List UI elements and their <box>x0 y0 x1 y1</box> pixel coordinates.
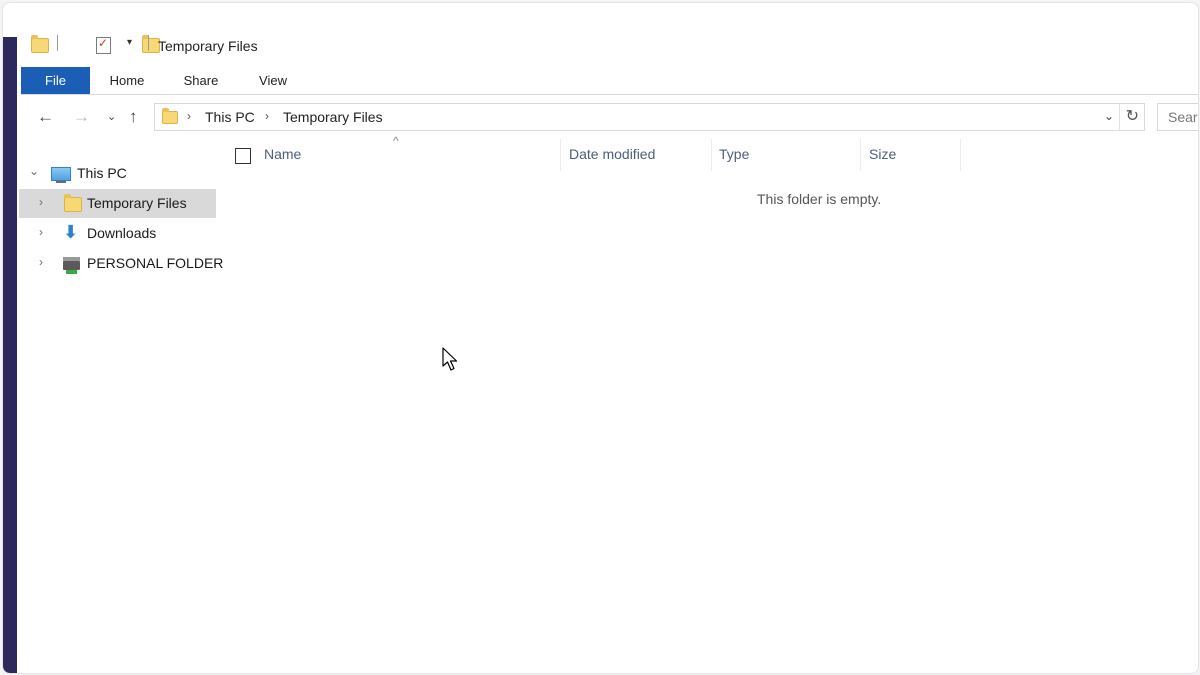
mouse-cursor-icon <box>442 347 458 371</box>
column-divider[interactable] <box>860 139 861 171</box>
up-arrow-icon[interactable]: ↑ <box>129 107 138 127</box>
column-header-date-modified[interactable]: Date modified <box>569 146 655 170</box>
title-bar: ▾ Temporary Files <box>19 29 1198 61</box>
breadcrumb-chevron-icon[interactable]: › <box>187 109 191 123</box>
search-input[interactable]: Search <box>1157 103 1198 131</box>
nav-item-temporary-files[interactable]: › Temporary Files <box>19 189 216 218</box>
background-window-strip <box>3 37 17 673</box>
column-divider[interactable] <box>711 139 712 171</box>
recent-locations-chevron-icon[interactable]: ⌄ <box>107 107 116 127</box>
chevron-down-icon[interactable]: ⌄ <box>29 164 39 178</box>
computer-icon <box>51 167 71 183</box>
properties-icon[interactable] <box>95 36 111 54</box>
address-divider <box>1119 104 1120 130</box>
tab-file[interactable]: File <box>21 67 90 94</box>
network-drive-icon <box>63 257 80 274</box>
refresh-icon[interactable]: ↻ <box>1126 106 1139 126</box>
nav-item-label: This PC <box>77 165 127 181</box>
window-title: Temporary Files <box>158 38 258 54</box>
folder-icon <box>162 108 178 124</box>
column-divider[interactable] <box>960 139 961 171</box>
back-arrow-icon[interactable]: ← <box>37 107 54 127</box>
chevron-right-icon[interactable]: › <box>39 195 43 209</box>
search-placeholder: Search <box>1168 109 1198 125</box>
folder-icon <box>64 194 82 212</box>
breadcrumb-temporary-files[interactable]: Temporary Files <box>283 109 383 125</box>
toolbar-separator <box>148 35 149 51</box>
column-header-name[interactable]: Name <box>264 146 301 170</box>
nav-item-label: Temporary Files <box>87 195 187 211</box>
tab-view[interactable]: View <box>243 67 303 94</box>
ribbon-tabs: File Home Share View <box>21 67 1198 95</box>
folder-icon[interactable] <box>31 35 49 53</box>
column-divider[interactable] <box>560 139 561 171</box>
select-all-checkbox[interactable] <box>235 148 251 164</box>
chevron-right-icon[interactable]: › <box>39 255 43 269</box>
column-header-size[interactable]: Size <box>869 146 896 170</box>
empty-folder-message: This folder is empty. <box>757 191 882 207</box>
screen-frame: ▾ Temporary Files File Home Share View ←… <box>2 2 1199 674</box>
forward-arrow-icon[interactable]: → <box>73 107 90 127</box>
nav-item-label: PERSONAL FOLDER <box>87 255 224 271</box>
column-header-type[interactable]: Type <box>719 146 749 170</box>
nav-item-personal-folder[interactable]: › PERSONAL FOLDER <box>19 249 223 278</box>
address-bar[interactable]: › This PC › Temporary Files ⌄ ↻ <box>154 103 1145 131</box>
tab-share[interactable]: Share <box>171 67 231 94</box>
nav-item-label: Downloads <box>87 225 157 241</box>
breadcrumb-chevron-icon[interactable]: › <box>265 109 269 123</box>
breadcrumb-this-pc[interactable]: This PC <box>205 109 255 125</box>
nav-item-downloads[interactable]: › ⬇ Downloads <box>19 219 216 248</box>
address-dropdown-icon[interactable]: ⌄ <box>1104 109 1114 123</box>
file-explorer-window: ▾ Temporary Files File Home Share View ←… <box>19 3 1198 673</box>
chevron-right-icon[interactable]: › <box>39 225 43 239</box>
customize-dropdown-icon[interactable]: ▾ <box>127 37 132 48</box>
toolbar-separator <box>57 35 58 51</box>
nav-item-this-pc[interactable]: ⌄ This PC <box>19 159 216 188</box>
tab-home[interactable]: Home <box>97 67 157 94</box>
sort-ascending-icon: ^ <box>393 134 399 148</box>
downloads-arrow-icon: ⬇ <box>63 222 79 242</box>
